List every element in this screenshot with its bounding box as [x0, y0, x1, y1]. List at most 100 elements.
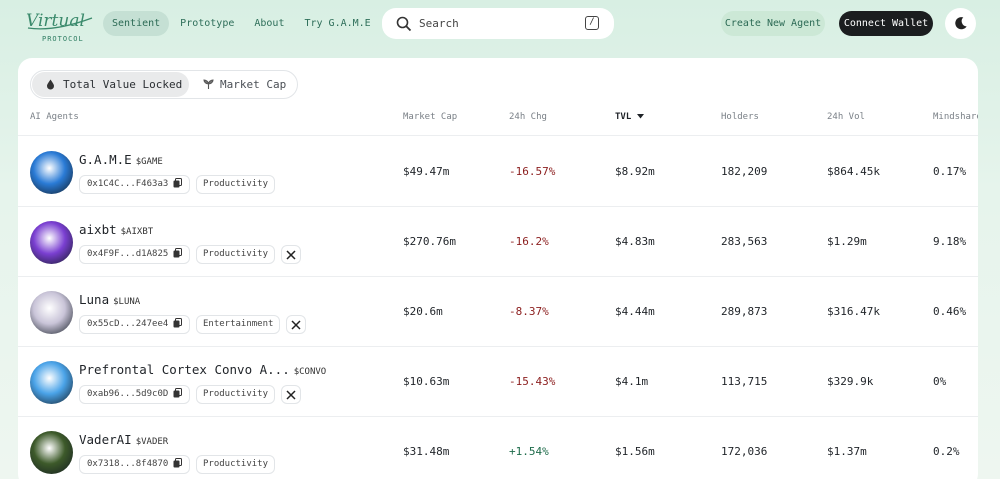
table-row[interactable]: Luna $LUNA 0x55cD...247ee4 Entertainment … [18, 277, 978, 347]
change-value: -8.37% [509, 305, 549, 318]
change-value: -16.57% [509, 165, 556, 178]
category-tag[interactable]: Entertainment [196, 315, 281, 334]
nav-prototype[interactable]: Prototype [171, 11, 243, 36]
tvl-value: $4.44m [615, 305, 655, 318]
market-cap-value: $49.47m [403, 165, 450, 178]
tvl-value: $4.1m [615, 375, 649, 388]
tab-market-cap[interactable]: Market Cap [191, 72, 297, 97]
contract-address[interactable]: 0x1C4C...F463a3 [79, 175, 191, 194]
sprout-icon [203, 79, 214, 89]
col-mindshare[interactable]: Mindshare [933, 112, 978, 122]
agent-ticker: $CONVO [293, 367, 327, 377]
table-row[interactable]: G.A.M.E $GAME 0x1C4C...F463a3 Productivit… [18, 137, 978, 207]
x-link-button[interactable] [281, 385, 301, 404]
tab-market-cap-label: Market Cap [220, 78, 287, 91]
agent-name[interactable]: VaderAI [79, 432, 132, 447]
sort-desc-icon [636, 114, 644, 119]
connect-wallet-button[interactable]: Connect Wallet [839, 11, 933, 36]
category-tag[interactable]: Productivity [196, 245, 276, 264]
nav-sentient[interactable]: Sentient [103, 11, 170, 36]
agent-name-line[interactable]: VaderAI $VADER [79, 432, 168, 447]
change-value: +1.54% [509, 445, 549, 458]
tvl-value: $8.92m [615, 165, 655, 178]
holders-value: 283,563 [721, 235, 768, 248]
tab-total-value-locked[interactable]: Total Value Locked [32, 72, 189, 97]
search-input[interactable]: Search [419, 17, 459, 30]
agent-ticker: $LUNA [113, 297, 141, 307]
col-tvl-label: TVL [615, 112, 632, 122]
nav-try-game[interactable]: Try G.A.M.E [295, 11, 379, 36]
copy-icon[interactable] [173, 247, 183, 258]
theme-toggle-button[interactable] [945, 8, 976, 39]
agent-name[interactable]: Prefrontal Cortex Convo A... [79, 362, 290, 377]
agent-name-line[interactable]: Luna $LUNA [79, 292, 140, 307]
tab-tvl-label: Total Value Locked [63, 78, 183, 91]
address-text: 0x1C4C...F463a3 [87, 179, 169, 189]
category-tag[interactable]: Productivity [196, 455, 276, 474]
agent-ticker: $VADER [135, 437, 169, 447]
contract-address[interactable]: 0x7318...8f4870 [79, 455, 191, 474]
agent-name-line[interactable]: G.A.M.E $GAME [79, 152, 163, 167]
holders-value: 289,873 [721, 305, 768, 318]
agent-ticker: $GAME [135, 157, 163, 167]
category-tag[interactable]: Productivity [196, 385, 276, 404]
table-row[interactable]: aixbt $AIXBT 0x4F9F...d1A825 Productivity… [18, 207, 978, 277]
x-link-button[interactable] [281, 245, 301, 264]
copy-icon[interactable] [173, 317, 183, 328]
agent-name[interactable]: G.A.M.E [79, 152, 132, 167]
x-icon [286, 250, 296, 260]
copy-icon[interactable] [173, 457, 183, 468]
create-new-agent-button[interactable]: Create New Agent [721, 11, 825, 36]
agents-panel: Total Value Locked Market Cap AI Agents … [18, 58, 978, 479]
search-bar[interactable]: Search [382, 8, 614, 39]
tvl-value: $1.56m [615, 445, 655, 458]
agent-avatar[interactable] [30, 291, 73, 334]
agent-name[interactable]: aixbt [79, 222, 117, 237]
copy-icon[interactable] [173, 387, 183, 398]
table-row[interactable]: VaderAI $VADER 0x7318...8f4870 Productivi… [18, 417, 978, 479]
volume-value: $329.9k [827, 375, 874, 388]
col-ai-agents[interactable]: AI Agents [30, 112, 79, 122]
col-24h-vol[interactable]: 24h Vol [827, 112, 865, 122]
virtual-protocol-logo[interactable]: Virtual PROTOCOL [24, 8, 96, 43]
contract-address[interactable]: 0x4F9F...d1A825 [79, 245, 191, 264]
col-tvl[interactable]: TVL [615, 112, 644, 122]
agent-avatar[interactable] [30, 151, 73, 194]
agent-avatar[interactable] [30, 361, 73, 404]
nav-about[interactable]: About [245, 11, 293, 36]
change-value: -15.43% [509, 375, 556, 388]
main-nav: Sentient Prototype About Try G.A.M.E [103, 11, 382, 36]
change-value: -16.2% [509, 235, 549, 248]
address-text: 0x7318...8f4870 [87, 459, 169, 469]
mindshare-value: 0.2% [933, 445, 960, 458]
holders-value: 182,209 [721, 165, 768, 178]
x-icon [291, 320, 301, 330]
search-icon [396, 16, 412, 32]
col-holders[interactable]: Holders [721, 112, 759, 122]
mindshare-value: 0.17% [933, 165, 967, 178]
address-text: 0x4F9F...d1A825 [87, 249, 169, 259]
market-cap-value: $31.48m [403, 445, 450, 458]
volume-value: $1.29m [827, 235, 867, 248]
volume-value: $1.37m [827, 445, 867, 458]
market-cap-value: $270.76m [403, 235, 456, 248]
mindshare-value: 0.46% [933, 305, 967, 318]
market-cap-value: $10.63m [403, 375, 450, 388]
contract-address[interactable]: 0xab96...5d9c0D [79, 385, 191, 404]
col-market-cap[interactable]: Market Cap [403, 112, 457, 122]
volume-value: $316.47k [827, 305, 880, 318]
address-text: 0x55cD...247ee4 [87, 319, 169, 329]
col-24h-chg[interactable]: 24h Chg [509, 112, 547, 122]
agent-name-line[interactable]: Prefrontal Cortex Convo A... $CONVO [79, 362, 326, 377]
search-shortcut-key: / [585, 16, 599, 30]
agent-name-line[interactable]: aixbt $AIXBT [79, 222, 153, 237]
x-link-button[interactable] [286, 315, 306, 334]
mindshare-value: 0% [933, 375, 947, 388]
agent-avatar[interactable] [30, 431, 73, 474]
category-tag[interactable]: Productivity [196, 175, 276, 194]
agent-name[interactable]: Luna [79, 292, 109, 307]
table-row[interactable]: Prefrontal Cortex Convo A... $CONVO 0xab9… [18, 347, 978, 417]
agent-avatar[interactable] [30, 221, 73, 264]
copy-icon[interactable] [173, 177, 183, 188]
contract-address[interactable]: 0x55cD...247ee4 [79, 315, 191, 334]
